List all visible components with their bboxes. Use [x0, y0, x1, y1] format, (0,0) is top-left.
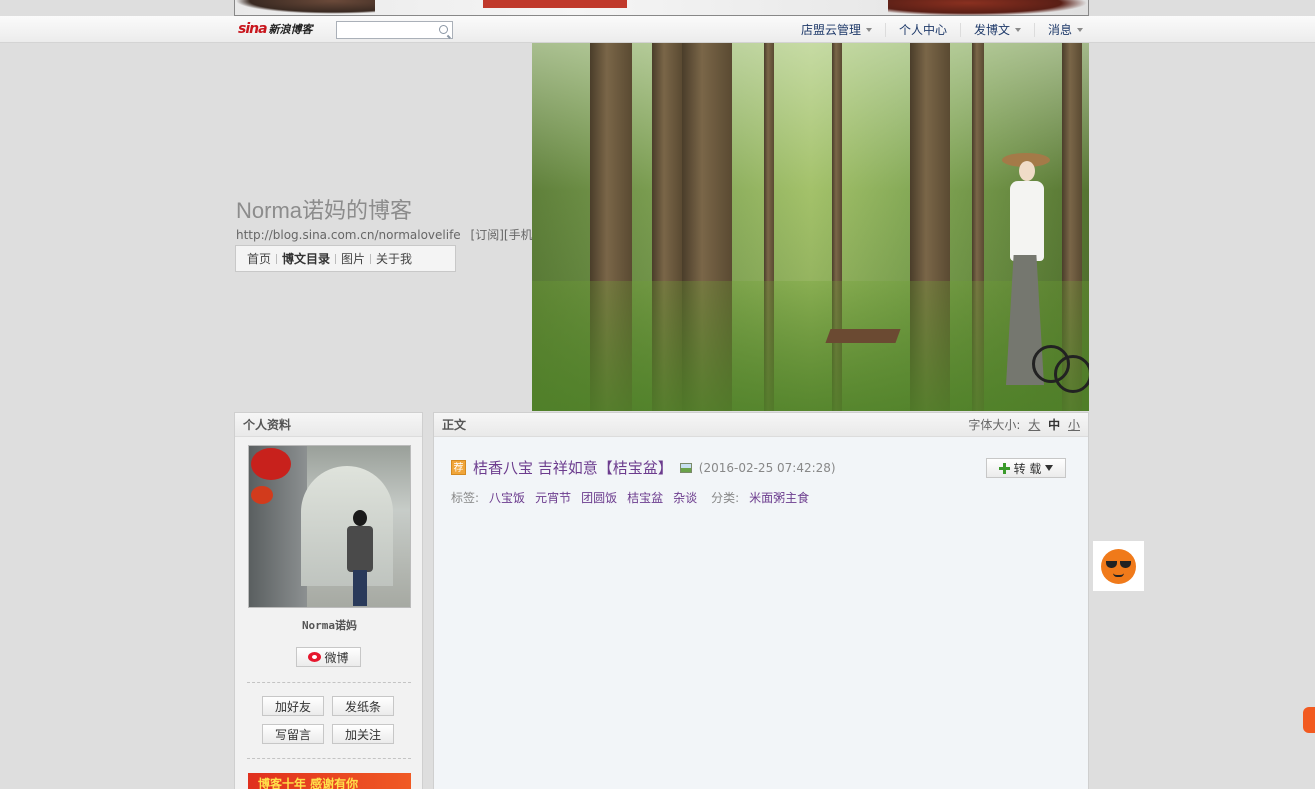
- category-link[interactable]: 米面粥主食: [749, 489, 809, 506]
- tag-link[interactable]: 元宵节: [535, 489, 571, 506]
- avatar[interactable]: [248, 445, 411, 608]
- article-panel-header: 正文 字体大小: 大 中 小: [434, 413, 1088, 437]
- weibo-button[interactable]: 微博: [296, 647, 361, 667]
- tab-about-me[interactable]: 关于我: [371, 250, 417, 267]
- header-banner-image: [532, 43, 1089, 411]
- floating-emoji-widget[interactable]: [1093, 541, 1144, 591]
- picture-icon: [679, 462, 692, 473]
- blog-logo-text: 新浪博客: [268, 23, 313, 36]
- plus-icon: [998, 462, 1010, 474]
- divider: [247, 682, 411, 683]
- search-box: [336, 21, 453, 39]
- subscribe-link[interactable]: [订阅]: [471, 228, 504, 242]
- profile-panel: 个人资料 Norma诺妈 微博 加好友 发纸条 写留言 加关注 博客十年 感谢有…: [234, 412, 423, 789]
- nav-post-blog[interactable]: 发博文: [961, 22, 1036, 37]
- sidebar-ad-banner[interactable]: 博客十年 感谢有你: [248, 773, 411, 789]
- tags-label: 标签:: [451, 491, 480, 505]
- tab-photos[interactable]: 图片: [336, 250, 370, 267]
- article-tags: 标签: 八宝饭 元宵节 团圆饭 桔宝盆 杂谈 分类: 米面粥主食: [451, 489, 809, 506]
- category-label: 分类:: [711, 491, 740, 505]
- sunglasses-face-icon: [1101, 549, 1136, 584]
- bicycle: [1032, 273, 1089, 403]
- divider: [247, 758, 411, 759]
- article-title[interactable]: 桔香八宝 吉祥如意【桔宝盆】: [473, 457, 673, 478]
- add-friend-button[interactable]: 加好友: [262, 696, 324, 716]
- chevron-down-icon: [1045, 465, 1054, 471]
- edge-floating-icon[interactable]: [1303, 707, 1315, 733]
- article-panel: 正文 字体大小: 大 中 小 荐 桔香八宝 吉祥如意【桔宝盆】 (2016-02…: [433, 412, 1089, 789]
- leave-message-button[interactable]: 写留言: [262, 724, 324, 744]
- tag-link[interactable]: 八宝饭: [489, 489, 525, 506]
- top-banner-ad[interactable]: [234, 0, 1089, 16]
- lantern-icon: [251, 448, 291, 480]
- profile-nickname[interactable]: Norma诺妈: [235, 617, 424, 633]
- banner-red-label: [483, 0, 627, 8]
- weibo-icon: [308, 652, 322, 662]
- font-size-small[interactable]: 小: [1068, 418, 1080, 432]
- article-header: 荐 桔香八宝 吉祥如意【桔宝盆】 (2016-02-25 07:42:28): [451, 457, 836, 478]
- blog-title: Norma诺妈的博客: [236, 198, 413, 223]
- nav-messages[interactable]: 消息: [1035, 23, 1096, 37]
- tag-link[interactable]: 杂谈: [673, 489, 697, 506]
- font-size-medium[interactable]: 中: [1048, 418, 1060, 432]
- blog-url[interactable]: http://blog.sina.com.cn/normalovelife: [236, 228, 461, 242]
- top-navbar: sina 新浪博客 店盟云管理 个人中心 发博文 消息: [0, 16, 1315, 43]
- repost-button[interactable]: 转 载: [986, 458, 1066, 478]
- tab-home[interactable]: 首页: [242, 250, 276, 267]
- blog-tabs: 首页 博文目录 图片 关于我: [235, 245, 456, 272]
- banner-image-right: [888, 0, 1088, 15]
- font-size-control: 字体大小: 大 中 小: [968, 418, 1080, 432]
- profile-panel-title: 个人资料: [235, 413, 422, 437]
- nav-personal-center[interactable]: 个人中心: [886, 22, 962, 37]
- font-size-large[interactable]: 大: [1028, 418, 1040, 432]
- chevron-down-icon: [866, 27, 873, 32]
- article-panel-title: 正文: [442, 418, 467, 432]
- tab-article-list[interactable]: 博文目录: [277, 250, 335, 267]
- tag-link[interactable]: 桔宝盆: [627, 489, 663, 506]
- tag-link[interactable]: 团圆饭: [581, 489, 617, 506]
- follow-button[interactable]: 加关注: [332, 724, 394, 744]
- send-note-button[interactable]: 发纸条: [332, 696, 394, 716]
- sina-logo-text: sina: [238, 21, 268, 37]
- search-input[interactable]: [337, 22, 433, 38]
- chevron-down-icon: [1077, 27, 1084, 32]
- sina-blog-logo[interactable]: sina 新浪博客: [238, 19, 313, 39]
- chevron-down-icon: [1015, 27, 1022, 32]
- search-icon[interactable]: [439, 25, 448, 34]
- lantern-icon: [251, 486, 273, 504]
- recommend-icon: 荐: [451, 460, 466, 475]
- nav-store-manage[interactable]: 店盟云管理: [788, 22, 887, 37]
- banner-image-left: [235, 0, 375, 14]
- nav-links: 店盟云管理 个人中心 发博文 消息: [788, 16, 1096, 43]
- article-time: (2016-02-25 07:42:28): [698, 460, 836, 475]
- wooden-bench: [825, 329, 901, 343]
- blog-url-line: http://blog.sina.com.cn/normalovelife [订…: [236, 226, 561, 243]
